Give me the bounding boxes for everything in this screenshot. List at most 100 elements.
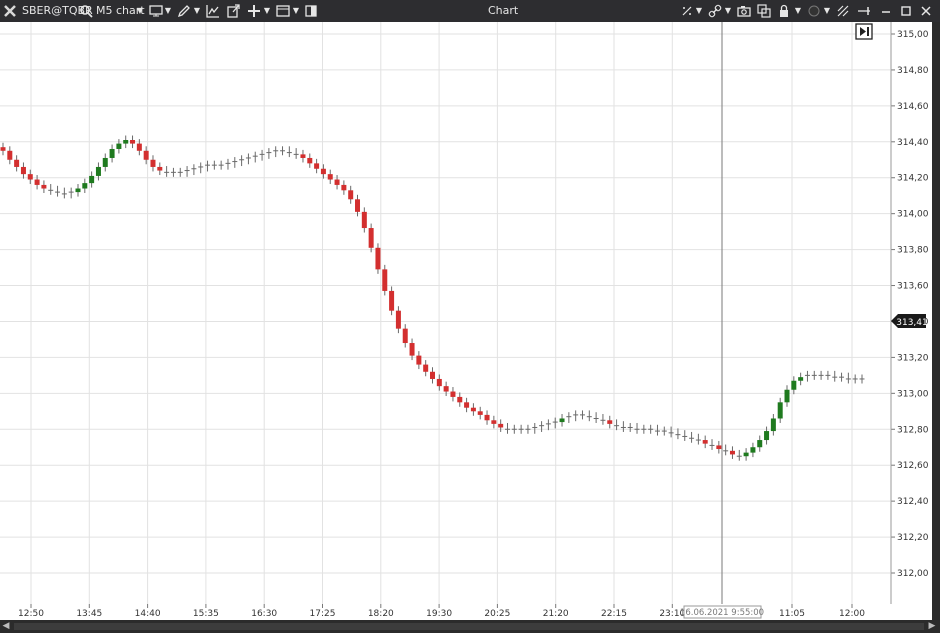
crosshair-time-value: 16.06.2021 9:55:00 [680,608,764,618]
candle-body [7,150,13,160]
display-dropdown-caret[interactable]: ▼ [164,3,172,19]
timeframe-dropdown-caret[interactable]: ▼ [136,3,144,19]
price-chart[interactable]: 315,00 314,80 314,60 314,40 314,20 314,00 313,… [0,22,932,620]
pin-icon[interactable] [856,3,872,19]
candle-body [314,163,320,169]
lock-dropdown-caret[interactable]: ▼ [794,3,802,19]
maximize-icon[interactable] [898,3,914,19]
magnet-icon[interactable] [679,3,695,19]
crosshair-time-label: 16.06.2021 9:55:00 [680,605,764,619]
candle-body [368,228,374,248]
candle-body [484,414,490,421]
candle-body [450,391,456,397]
candle-body [348,190,354,200]
y-tick-label: 313,20 [897,353,929,363]
window-icon[interactable] [275,3,291,19]
y-tick-label: 313,00 [897,389,929,399]
candle-body [436,378,442,387]
scroll-right-icon[interactable]: ▶ [926,620,938,633]
y-tick-label: 312,40 [897,497,929,507]
y-tick-label: 312,60 [897,461,929,471]
x-tick-label: 18:20 [368,609,394,619]
candle-body [757,440,763,448]
candle-body [20,166,26,175]
copy-icon[interactable] [756,3,772,19]
candle-body [355,199,361,212]
display-icon[interactable] [148,3,164,19]
candle-body [95,166,101,176]
color-circle-icon[interactable] [806,3,822,19]
candle-body [123,140,129,144]
candle-body [729,450,735,455]
current-price-value: 313,41 [896,318,928,328]
add-object-dropdown-caret[interactable]: ▼ [263,3,271,19]
candle-body [464,402,470,408]
pencil-dropdown-caret[interactable]: ▼ [193,3,201,19]
candle-body [416,355,422,365]
candle-body [143,150,149,160]
y-tick-label: 314,60 [897,102,929,112]
x-tick-label: 22:15 [601,609,627,619]
x-tick-label: 20:25 [484,609,510,619]
candle-body [430,371,435,379]
x-tick-label: 13:45 [76,609,102,619]
x-tick-label: 17:25 [310,609,336,619]
minimize-icon[interactable] [878,3,894,19]
pencil-icon[interactable] [176,3,192,19]
y-tick-label: 315,00 [897,30,929,40]
candle-body [389,290,395,311]
title-bar: SBER@TQBR M5 chart ▼ ▼ ▼ ▼ ▼ Chart ▼ ▼ ▼… [0,0,940,22]
link-icon[interactable] [707,3,723,19]
candle-body [157,166,163,171]
export-icon[interactable] [225,3,241,19]
y-tick-label: 314,20 [897,174,929,184]
chart-area[interactable]: 315,00 314,80 314,60 314,40 314,20 314,00 313,… [0,22,932,620]
search-icon[interactable] [78,3,94,19]
candle-body [341,184,347,191]
settings-icon[interactable] [835,3,851,19]
close-icon[interactable] [918,3,934,19]
candle-body [491,420,497,424]
add-object-icon[interactable] [246,3,262,19]
link-dropdown-caret[interactable]: ▼ [724,3,732,19]
candle-body [130,140,136,144]
x-tick-label: 21:20 [543,609,569,619]
chart-window: SBER@TQBR M5 chart ▼ ▼ ▼ ▼ ▼ Chart ▼ ▼ ▼… [0,0,940,633]
candle-body [307,157,313,164]
candle-body [334,179,340,185]
horizontal-scrollbar[interactable]: ◀ ▶ [0,620,940,633]
x-tick-label: 16:30 [251,609,277,619]
indicator-icon[interactable] [205,3,221,19]
candle-body [764,431,770,441]
candle-body [361,211,367,229]
candle-body [743,452,749,457]
goto-end-icon[interactable] [855,23,873,40]
panel-icon[interactable] [303,3,319,19]
magnet-dropdown-caret[interactable]: ▼ [695,3,703,19]
candle-body [27,174,33,180]
color-dropdown-caret[interactable]: ▼ [823,3,831,19]
candle-body [423,364,429,372]
scroll-thumb[interactable] [14,623,924,630]
candle-body [470,407,476,412]
candle-body [34,179,40,185]
candle-body [395,310,401,329]
candle-body [89,175,95,184]
candle-body [327,174,333,180]
y-tick-label: 314,80 [897,66,929,76]
candle-body [607,420,613,424]
camera-icon[interactable] [736,3,752,19]
candle-body [770,418,776,432]
candle-body [75,188,81,193]
y-tick-label: 312,80 [897,425,929,435]
candle-body [14,159,20,167]
scroll-left-icon[interactable]: ◀ [0,620,12,633]
candle-body [409,343,415,356]
lock-icon[interactable] [776,3,792,19]
candle-body [798,377,804,381]
y-tick-label: 313,80 [897,246,929,256]
y-tick-label: 314,40 [897,138,929,148]
x-tick-label: 15:35 [193,609,219,619]
candle-body [716,445,722,450]
window-dropdown-caret[interactable]: ▼ [292,3,300,19]
